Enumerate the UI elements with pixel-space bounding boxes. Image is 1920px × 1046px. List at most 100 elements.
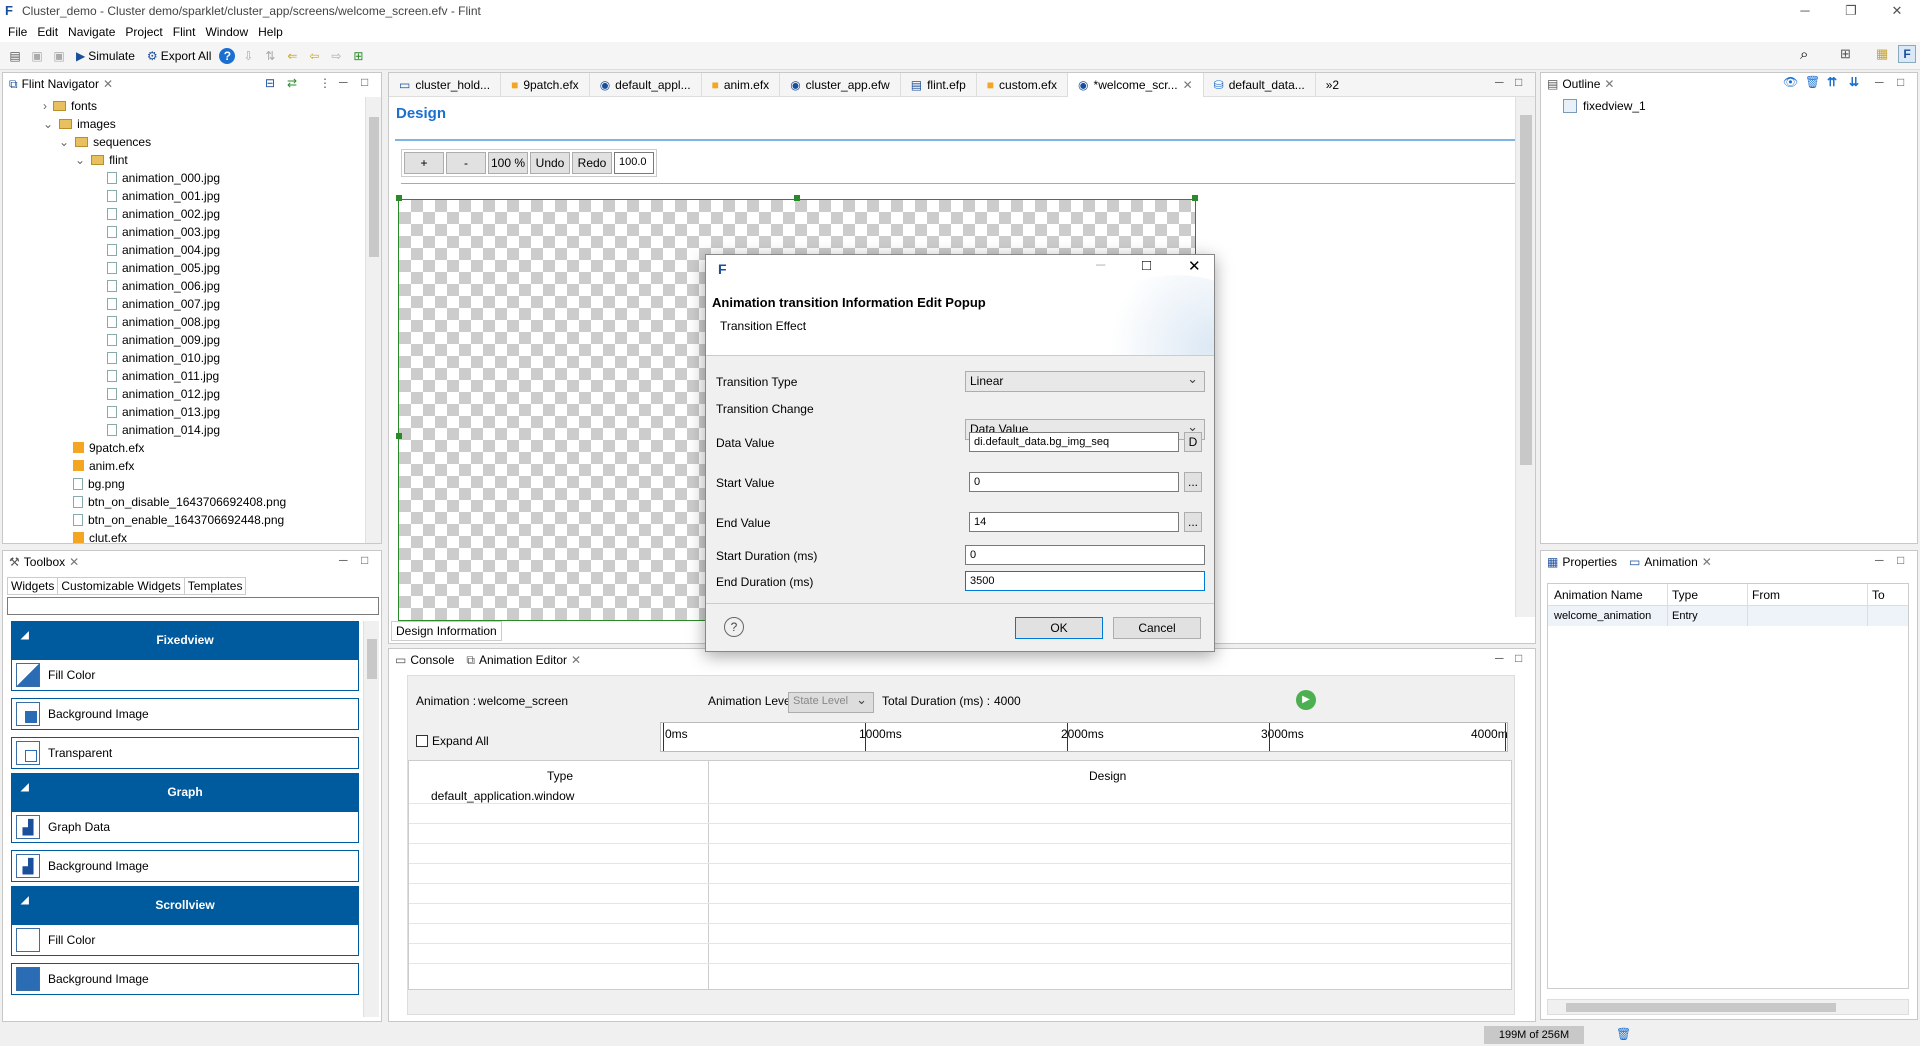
minimize-view-icon[interactable]: ─ [1495,75,1504,89]
help-icon[interactable]: ? [219,47,236,64]
widget-scroll-fill-color[interactable]: Fill Color [11,924,359,956]
tree-file[interactable]: animation_012.jpg [107,385,220,403]
group-graph[interactable]: ◢ Graph [11,773,359,811]
resize-handle[interactable] [396,433,402,439]
zoom-out-button[interactable]: - [446,152,486,174]
maximize-view-icon[interactable]: □ [1897,75,1904,89]
zoom-in-button[interactable]: + [404,152,444,174]
resize-handle[interactable] [794,195,800,201]
filter-icon[interactable]: ⇅ [261,47,279,65]
start-value-browse-button[interactable]: ... [1184,472,1202,492]
scroll-thumb[interactable] [367,639,377,679]
end-value-input[interactable]: 14 [969,512,1179,532]
save-all-icon[interactable]: ▣ [50,47,68,65]
play-animation-icon[interactable]: ▶ [1296,690,1316,710]
back-icon[interactable]: ⇦ [305,47,323,65]
col-type[interactable]: Type [1668,584,1748,605]
minimize-view-icon[interactable]: ─ [1495,651,1504,665]
close-tab-icon[interactable]: ✕ [69,555,79,569]
design-scrollbar[interactable] [1515,97,1535,617]
close-tab-icon[interactable]: ✕ [1702,555,1712,569]
scroll-thumb[interactable] [369,117,379,257]
console-tab[interactable]: ▭ Console [389,649,460,671]
maximize-view-icon[interactable]: □ [361,75,368,89]
editor-tab[interactable]: ▭ cluster_hold... [389,73,502,97]
animation-tab[interactable]: ▭ Animation ✕ [1623,551,1718,573]
toolbox-tab[interactable]: ⚒ Toolbox ✕ [3,551,381,573]
minimize-icon[interactable]: ─ [1782,0,1828,22]
col-animation-name[interactable]: Animation Name [1548,584,1668,605]
tree-file[interactable]: animation_007.jpg [107,295,220,313]
widget-graph-data[interactable]: ▟ Graph Data [11,811,359,843]
menu-file[interactable]: File [6,22,35,42]
maximize-view-icon[interactable]: □ [1897,553,1904,567]
widget-graph-background-image[interactable]: ▟ Background Image [11,850,359,882]
maximize-view-icon[interactable]: □ [1515,75,1522,89]
outline-tab[interactable]: ▤ Outline ✕ [1541,73,1917,95]
help-icon[interactable]: ? [724,617,744,637]
menu-project[interactable]: Project [123,22,170,42]
move-up-icon[interactable]: ⇈ [1827,75,1837,89]
tree-file[interactable]: animation_014.jpg [107,421,220,439]
zoom-reset-button[interactable]: 100 % [488,152,528,174]
tree-file[interactable]: animation_005.jpg [107,259,220,277]
navigator-scrollbar[interactable] [365,97,381,543]
tree-folder-fonts[interactable]: › fonts [43,97,97,115]
ok-button[interactable]: OK [1015,617,1103,639]
editor-overflow[interactable]: »2 [1316,73,1349,97]
new-icon[interactable]: ▤ [6,47,24,65]
editor-tab[interactable]: ▤ flint.efp [901,73,977,97]
end-duration-input[interactable]: 3500 [965,571,1205,591]
restore-icon[interactable]: ❐ [1828,0,1874,22]
widget-transparent[interactable]: Transparent [11,737,359,769]
design-information-tab[interactable]: Design Information [391,621,502,641]
tree-file[interactable]: animation_011.jpg [107,367,219,385]
tree-file[interactable]: animation_003.jpg [107,223,220,241]
tree-file[interactable]: btn_on_disable_1643706692408.png [73,493,286,511]
undo-button[interactable]: Undo [530,152,570,174]
timeline-ruler[interactable]: 0ms 1000ms 2000ms 3000ms 4000m [660,722,1508,752]
editor-tab[interactable]: ⛁ default_data... [1204,73,1316,97]
widget-scroll-background-image[interactable]: Background Image [11,963,359,995]
export-all-button[interactable]: ⚙ Export All [143,46,215,66]
widget-background-image[interactable]: Background Image [11,698,359,730]
group-fixedview[interactable]: ◢ Fixedview [11,621,359,659]
start-value-input[interactable]: 0 [969,472,1179,492]
menu-flint[interactable]: Flint [171,22,204,42]
garbage-collect-icon[interactable]: 🗑 [1616,1027,1631,1041]
table-hscrollbar[interactable] [1547,999,1909,1015]
subtab-widgets[interactable]: Widgets [8,578,59,594]
tree-file[interactable]: anim.efx [73,457,134,475]
collapse-all-icon[interactable]: ⊟ [265,76,275,90]
scroll-thumb[interactable] [1566,1003,1836,1012]
table-row[interactable]: welcome_animation Entry [1548,606,1908,626]
menu-navigate[interactable]: Navigate [66,22,123,42]
close-tab-icon[interactable]: ✕ [1604,77,1614,91]
tree-file[interactable]: 9patch.efx [73,439,144,457]
tree-file[interactable]: animation_000.jpg [107,169,220,187]
tree-file[interactable]: bg.png [73,475,125,493]
animation-editor-tab[interactable]: ⧉ Animation Editor ✕ [460,649,588,671]
pin-icon[interactable]: ⊞ [349,47,367,65]
close-tab-icon[interactable]: ✕ [103,77,113,91]
expand-all-checkbox[interactable]: Expand All [416,734,489,748]
simulate-button[interactable]: ▶ Simulate [72,46,139,66]
tree-folder-flint[interactable]: ⌄ flint [75,151,128,169]
minimize-view-icon[interactable]: ─ [339,75,348,89]
scroll-thumb[interactable] [1520,115,1532,465]
close-tab-icon[interactable]: ✕ [571,653,581,667]
col-to[interactable]: To [1868,584,1908,605]
cancel-button[interactable]: Cancel [1113,617,1201,639]
minimize-view-icon[interactable]: ─ [339,553,348,567]
link-editor-icon[interactable]: ⇄ [287,76,297,90]
tree-file[interactable]: animation_013.jpg [107,403,220,421]
tree-file[interactable]: animation_006.jpg [107,277,220,295]
toolbox-search-input[interactable] [7,597,379,615]
editor-tab[interactable]: ◉ default_appl... [590,73,702,97]
tree-file[interactable]: animation_008.jpg [107,313,220,331]
group-scrollview[interactable]: ◢ Scrollview [11,886,359,924]
animation-level-select[interactable]: State Level [788,692,874,713]
menu-help[interactable]: Help [256,22,291,42]
tree-folder-images[interactable]: ⌄ images [43,115,116,133]
properties-tab[interactable]: ▦ Properties [1541,551,1623,573]
